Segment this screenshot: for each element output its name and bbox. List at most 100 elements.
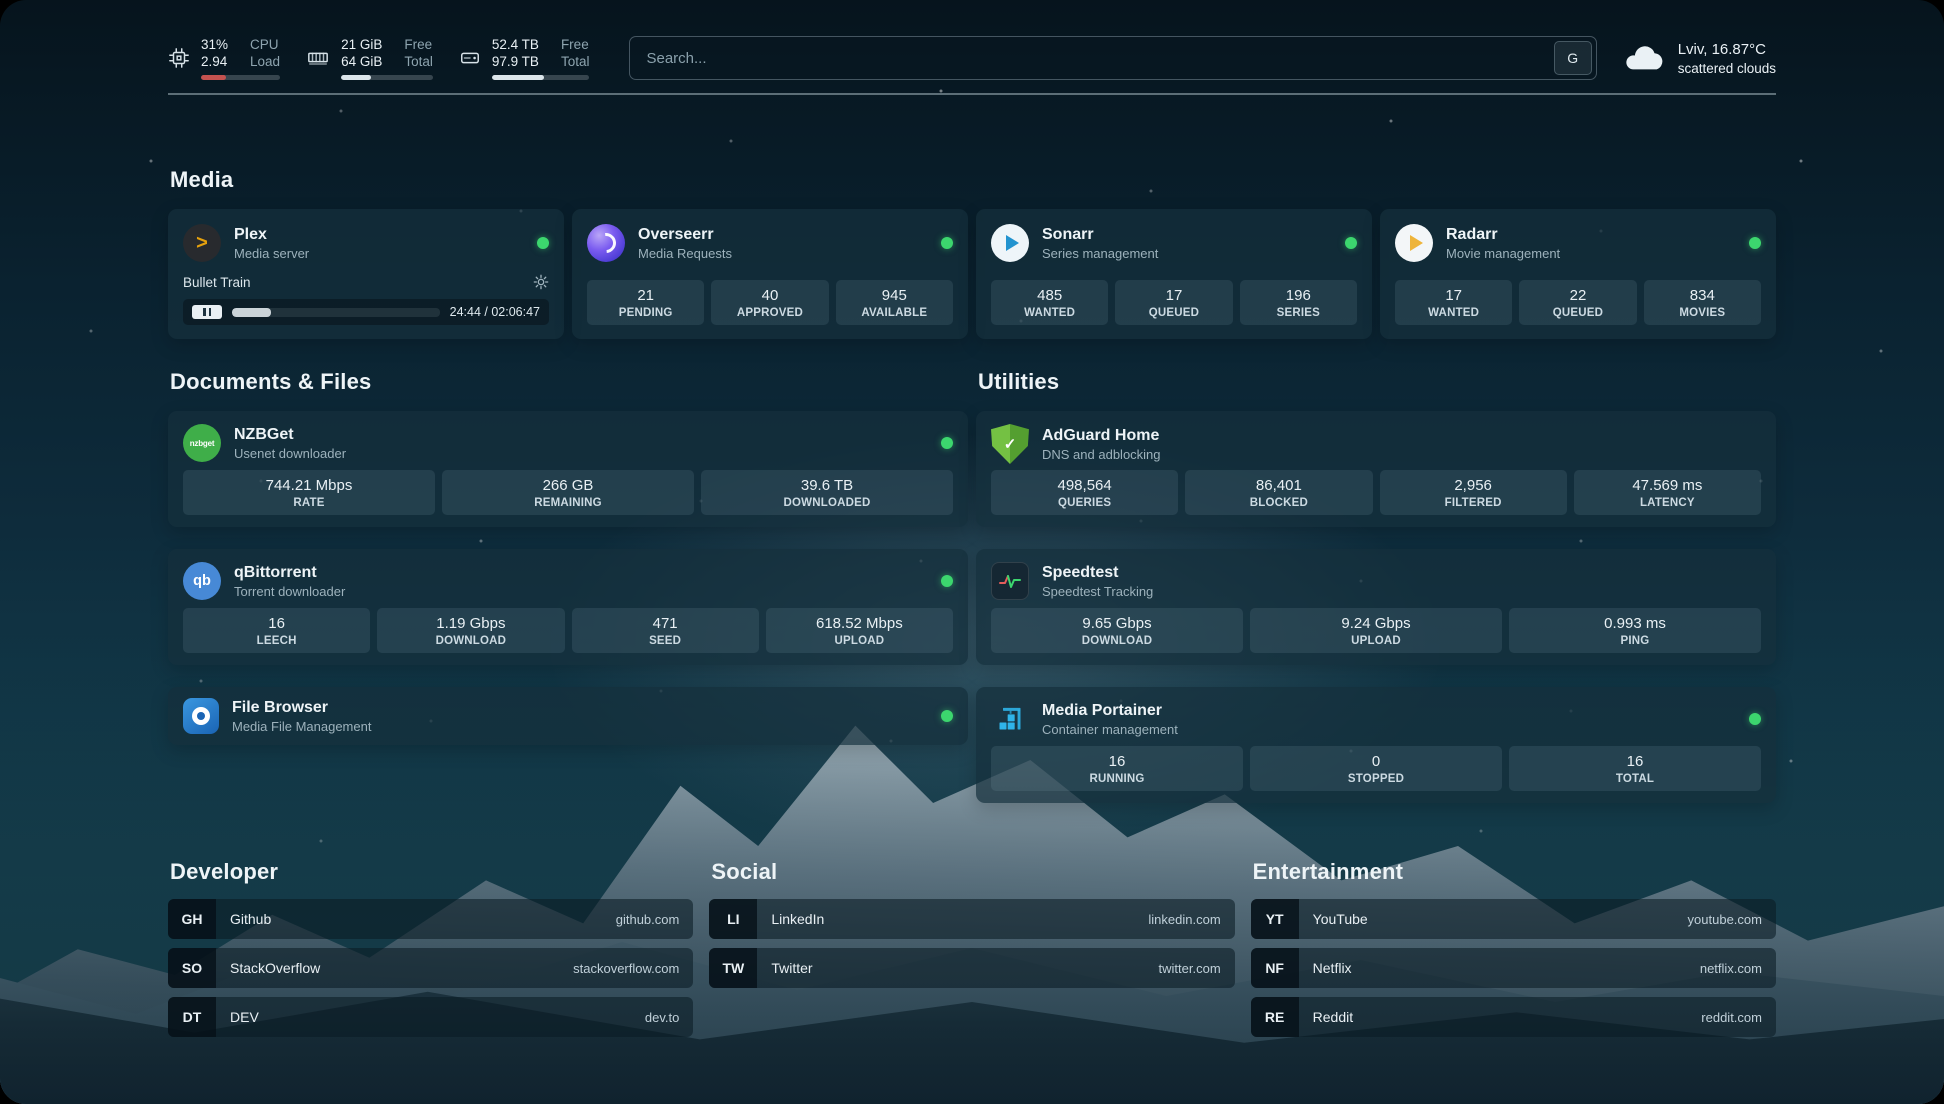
cpu-label: CPU [250, 36, 280, 53]
service-subtitle: Usenet downloader [234, 446, 346, 461]
bookmark-name: Reddit [1313, 1009, 1353, 1025]
stat-approved: 40APPROVED [711, 280, 828, 325]
utilities-column: Utilities AdGuard Home DNS and adblockin… [976, 369, 1776, 803]
stat-seed: 471SEED [572, 608, 759, 653]
bookmark-netflix[interactable]: NF Netflix netflix.com [1251, 948, 1776, 988]
cpu-load-label: Load [250, 53, 280, 70]
stat-blocked: 86,401BLOCKED [1185, 470, 1372, 515]
plex-icon: > [183, 224, 221, 262]
service-subtitle: DNS and adblocking [1042, 447, 1161, 462]
stat-remaining: 266 GBREMAINING [442, 470, 694, 515]
bookmark-name: StackOverflow [230, 960, 320, 976]
bookmark-dev[interactable]: DT DEV dev.to [168, 997, 693, 1037]
service-subtitle: Speedtest Tracking [1042, 584, 1153, 599]
service-name: AdGuard Home [1042, 427, 1161, 445]
bookmark-url: twitter.com [1159, 961, 1221, 976]
bookmark-twitter[interactable]: TW Twitter twitter.com [709, 948, 1234, 988]
social-section-title: Social [711, 859, 1234, 885]
service-name: NZBGet [234, 426, 346, 444]
sonarr-card[interactable]: Sonarr Series management 485WANTED 17QUE… [976, 209, 1372, 339]
bookmark-url: reddit.com [1701, 1010, 1762, 1025]
bookmark-youtube[interactable]: YT YouTube youtube.com [1251, 899, 1776, 939]
portainer-card[interactable]: Media Portainer Container management 16R… [976, 687, 1776, 803]
stat-download: 1.19 GbpsDOWNLOAD [377, 608, 564, 653]
ram-total-label: Total [404, 53, 433, 70]
playback-progress[interactable] [232, 308, 440, 317]
bookmark-name: Github [230, 911, 271, 927]
stat-running: 16RUNNING [991, 746, 1243, 791]
ram-widget: 21 GiB Free 64 GiB Total [306, 36, 433, 80]
stat-queued: 17QUEUED [1115, 280, 1232, 325]
adguard-shield-icon [991, 424, 1029, 464]
radarr-card[interactable]: Radarr Movie management 17WANTED 22QUEUE… [1380, 209, 1776, 339]
bookmark-url: netflix.com [1700, 961, 1762, 976]
portainer-icon [991, 700, 1029, 738]
utilities-section-title: Utilities [978, 369, 1776, 395]
service-name: Radarr [1446, 226, 1560, 244]
bookmark-linkedin[interactable]: LI LinkedIn linkedin.com [709, 899, 1234, 939]
qbittorrent-card[interactable]: qb qBittorrent Torrent downloader 16LEEC… [168, 549, 968, 665]
service-subtitle: Container management [1042, 722, 1178, 737]
service-name: File Browser [232, 699, 371, 717]
bookmark-abbr: NF [1251, 948, 1299, 988]
overseerr-card[interactable]: Overseerr Media Requests 21PENDING 40APP… [572, 209, 968, 339]
stat-available: 945AVAILABLE [836, 280, 953, 325]
bookmark-abbr: DT [168, 997, 216, 1037]
disk-progress-bar [492, 75, 590, 80]
filebrowser-icon [183, 698, 219, 734]
service-name: Speedtest [1042, 564, 1153, 582]
developer-section-title: Developer [170, 859, 693, 885]
search-input[interactable] [629, 36, 1596, 80]
now-playing-title: Bullet Train [183, 275, 251, 290]
plex-card[interactable]: > Plex Media server Bullet Train [168, 209, 564, 339]
bookmark-stackoverflow[interactable]: SO StackOverflow stackoverflow.com [168, 948, 693, 988]
stat-wanted: 17WANTED [1395, 280, 1512, 325]
service-subtitle: Series management [1042, 246, 1158, 261]
bookmark-name: Twitter [771, 960, 812, 976]
stat-leech: 16LEECH [183, 608, 370, 653]
stat-filtered: 2,956FILTERED [1380, 470, 1567, 515]
cpu-load: 2.94 [201, 53, 228, 70]
bookmark-abbr: GH [168, 899, 216, 939]
status-dot [1749, 713, 1761, 725]
bookmark-name: LinkedIn [771, 911, 824, 927]
service-subtitle: Media File Management [232, 719, 371, 734]
disk-icon [459, 47, 481, 69]
bookmark-abbr: RE [1251, 997, 1299, 1037]
nzbget-icon: nzbget [183, 424, 221, 462]
pause-button[interactable] [192, 305, 222, 319]
stat-upload: 618.52 MbpsUPLOAD [766, 608, 953, 653]
adguard-card[interactable]: AdGuard Home DNS and adblocking 498,564Q… [976, 411, 1776, 527]
developer-column: Developer GH Github github.com SO StackO… [168, 859, 693, 1037]
bookmark-url: stackoverflow.com [573, 961, 679, 976]
bookmark-github[interactable]: GH Github github.com [168, 899, 693, 939]
media-grid: > Plex Media server Bullet Train [168, 209, 1776, 339]
bookmark-name: YouTube [1313, 911, 1368, 927]
disk-free-label: Free [561, 36, 590, 53]
status-dot [1749, 237, 1761, 249]
speedtest-card[interactable]: Speedtest Speedtest Tracking 9.65 GbpsDO… [976, 549, 1776, 665]
documents-section-title: Documents & Files [170, 369, 968, 395]
nzbget-card[interactable]: nzbget NZBGet Usenet downloader 744.21 M… [168, 411, 968, 527]
status-dot [941, 437, 953, 449]
filebrowser-card[interactable]: File Browser Media File Management [168, 687, 968, 745]
service-subtitle: Media Requests [638, 246, 732, 261]
stat-download: 9.65 GbpsDOWNLOAD [991, 608, 1243, 653]
bookmark-name: Netflix [1313, 960, 1352, 976]
bookmark-reddit[interactable]: RE Reddit reddit.com [1251, 997, 1776, 1037]
service-subtitle: Media server [234, 246, 309, 261]
weather-location: Lviv, 16.87°C [1678, 41, 1776, 58]
cpu-percent: 31% [201, 36, 228, 53]
stat-total: 16TOTAL [1509, 746, 1761, 791]
plex-player-bar: 24:44 / 02:06:47 [183, 299, 549, 325]
disk-widget: 52.4 TB Free 97.9 TB Total [459, 36, 590, 80]
stat-rate: 744.21 MbpsRATE [183, 470, 435, 515]
gear-icon[interactable] [533, 274, 549, 290]
top-bar: 31% CPU 2.94 Load 21 GiB Free 64 GiB Tot… [168, 0, 1776, 80]
search-engine-button[interactable]: G [1554, 41, 1592, 75]
cpu-widget: 31% CPU 2.94 Load [168, 36, 280, 80]
bookmark-url: youtube.com [1688, 912, 1762, 927]
sonarr-icon [991, 224, 1029, 262]
service-subtitle: Movie management [1446, 246, 1560, 261]
bookmark-name: DEV [230, 1009, 259, 1025]
